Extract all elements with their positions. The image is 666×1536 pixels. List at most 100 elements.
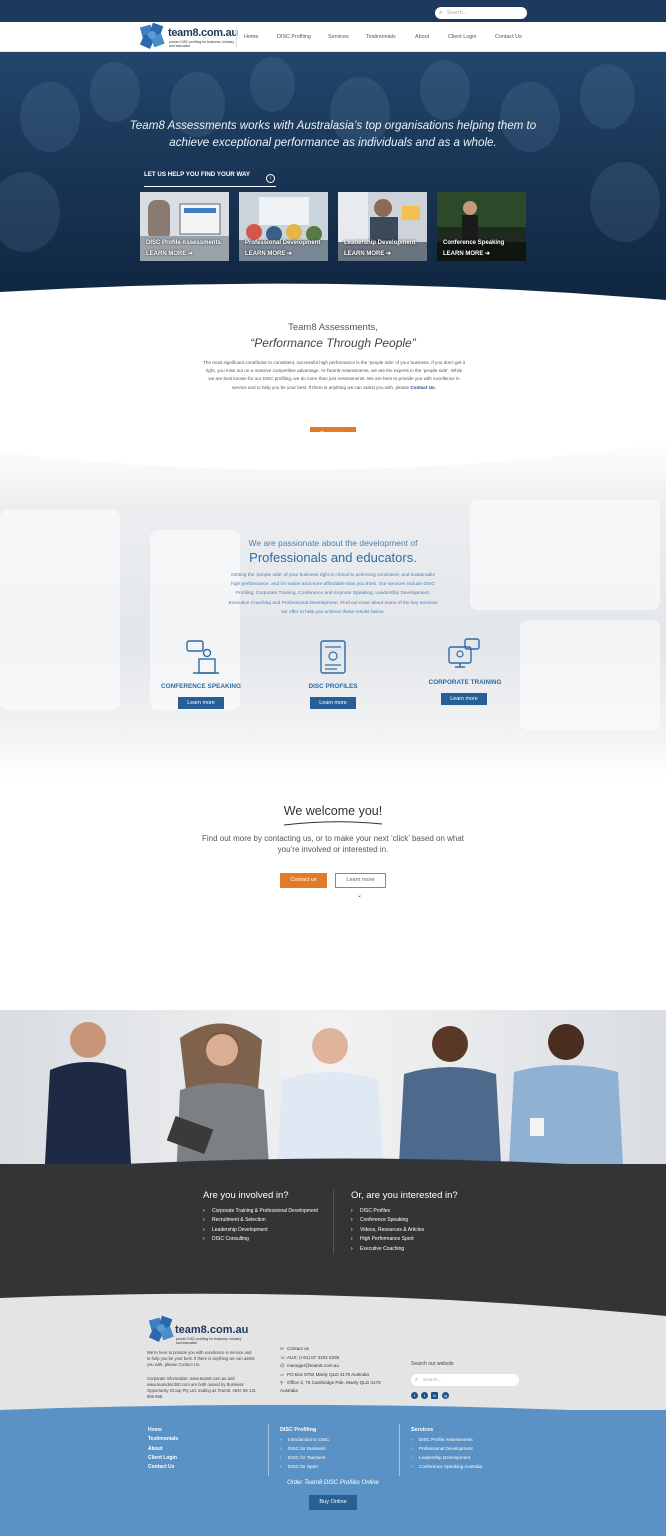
hero-wave-divider — [0, 283, 666, 318]
interested-item[interactable]: High Performance Sport — [351, 1235, 481, 1245]
email-icon: @ — [280, 1363, 285, 1368]
footer-link-contact-us[interactable]: Contact Us — [148, 1463, 178, 1472]
involved-item[interactable]: Recruitment & Selection — [203, 1216, 325, 1226]
nav-home[interactable]: Home — [244, 34, 258, 40]
involved-item[interactable]: DISC Consulting — [203, 1235, 325, 1245]
footer-blue-wave — [0, 1404, 666, 1422]
corporate-training-icon — [448, 638, 480, 668]
footer-disc-list: Introduction to DISC DISC for Business D… — [280, 1435, 390, 1471]
interested-item[interactable]: Executive Coaching — [351, 1245, 481, 1255]
search-icon: ⌕ — [415, 1377, 419, 1383]
logo-puzzle-icon[interactable] — [138, 21, 166, 50]
welcome-underline — [283, 821, 383, 826]
footer-link-testimonials[interactable]: Testimonials — [148, 1435, 178, 1444]
involved-item[interactable]: Corporate Training & Professional Develo… — [203, 1207, 325, 1217]
welcome-learn-more-button[interactable]: Learn more — [335, 873, 386, 888]
top-bar — [0, 0, 666, 22]
involved-item[interactable]: Leadership Development — [203, 1226, 325, 1236]
card-label: Professional Development — [245, 240, 321, 246]
service-learn-more-disc[interactable]: Learn more — [310, 697, 356, 709]
card-learn-more[interactable]: LEARN MORE ➔ — [245, 250, 292, 257]
instagram-icon[interactable]: ig — [442, 1392, 449, 1399]
footer-service-item[interactable]: Leadership Development — [411, 1453, 531, 1462]
footer-contact-item: ▭ PO Box 5782 Manly QLD 4179 Australia — [280, 1371, 390, 1380]
welcome-contact-button[interactable]: Contact us — [280, 873, 327, 888]
welcome-body: Find out more by contacting us, or to ma… — [201, 834, 465, 854]
nav-client-login[interactable]: Client Login — [448, 34, 476, 40]
footer-disc-item[interactable]: DISC for Sport — [280, 1462, 390, 1471]
nav-testimonials[interactable]: Testimonials — [366, 34, 396, 40]
card-professional-development[interactable]: Professional Development LEARN MORE ➔ — [239, 192, 328, 261]
involved-wave — [0, 1158, 666, 1190]
footer-wave — [0, 1288, 666, 1316]
footer-contact-item: ⚲ Office 2, 75 Cambridge Pde, Manly QLD 4… — [280, 1380, 381, 1393]
brand-name[interactable]: team8.com.au — [168, 27, 238, 39]
footer-search-placeholder: Search... — [423, 1377, 442, 1382]
footer-disc-item[interactable]: Introduction to DISC — [280, 1435, 390, 1444]
footer-contact-item[interactable]: ☏AUS: (+61) 07 3102 5335 — [280, 1354, 390, 1363]
nav-about[interactable]: About — [415, 34, 429, 40]
nav-disc-profiling[interactable]: DISC Profiling — [277, 34, 311, 40]
nav-contact-us[interactable]: Contact Us — [495, 34, 522, 40]
footer-service-item[interactable]: Conference Speaking Australia — [411, 1462, 531, 1471]
footer-brand-name[interactable]: team8.com.au — [175, 1324, 248, 1336]
arrow-circle-icon: ➔ — [386, 251, 392, 257]
intro-body: The most significant contributor to cons… — [203, 359, 465, 392]
footer-link-home[interactable]: Home — [148, 1426, 178, 1435]
top-search-input[interactable]: ⌕ Search... — [435, 7, 527, 19]
interested-item[interactable]: DISC Profiles — [351, 1207, 481, 1217]
footer-disc-item[interactable]: DISC for Teachers — [280, 1453, 390, 1462]
footer-logo-puzzle-icon[interactable] — [147, 1314, 175, 1343]
chat-icon: ✉ — [280, 1346, 284, 1351]
card-label: DISC Profile Assessments — [146, 240, 221, 246]
footer-search-label: Search our website — [411, 1361, 454, 1367]
footer-contact-item[interactable]: ✉ Contact us — [280, 1345, 390, 1354]
card-disc-profile-assessments[interactable]: DISC Profile Assessments LEARN MORE ➔ — [140, 192, 229, 261]
intro-contact-link[interactable]: Contact Us. — [410, 385, 436, 390]
footer-links — [0, 1410, 666, 1536]
finder-heading: LET US HELP YOU FIND YOUR WAY — [144, 171, 251, 178]
card-conference-speaking[interactable]: Conference Speaking LEARN MORE ➔ — [437, 192, 526, 261]
footer-service-item[interactable]: Professional Development — [411, 1444, 531, 1453]
footer-disc-heading[interactable]: DISC Profiling — [280, 1427, 316, 1433]
finder-underline — [144, 186, 276, 187]
arrow-down-circle-icon[interactable]: ↓ — [266, 174, 275, 183]
footer-contact-list: ✉ Contact us ☏AUS: (+61) 07 3102 5335 @ ma… — [280, 1345, 390, 1394]
conference-speaking-icon — [186, 640, 219, 674]
services-body: Getting the ‘people side’ of your busine… — [228, 573, 438, 615]
footer-main-links: Home Testimonials About Client Login Con… — [148, 1426, 178, 1472]
service-learn-more-conference[interactable]: Learn more — [178, 697, 224, 709]
footer-contact-link[interactable]: Contact Us. — [178, 1362, 200, 1367]
arrow-circle-icon: ➔ — [188, 251, 194, 257]
card-leadership-development[interactable]: Leadership Development LEARN MORE ➔ — [338, 192, 427, 261]
location-icon: ⚲ — [280, 1380, 284, 1385]
footer-service-item[interactable]: DISC Profile Assessments — [411, 1435, 531, 1444]
card-learn-more[interactable]: LEARN MORE ➔ — [443, 250, 490, 257]
order-online-text: Order Team8 DISC Profiles Online — [287, 1480, 379, 1486]
footer-contact-item[interactable]: @ manager@team8.com.au — [280, 1362, 390, 1371]
disc-profiles-icon — [320, 640, 346, 674]
involved-heading: Are you involved in? — [203, 1190, 289, 1201]
nav-services[interactable]: Services — [328, 34, 349, 40]
chevron-down-icon[interactable]: ⌄ — [357, 892, 362, 899]
footer-brand-tagline: proven DISC profiling for business, indu… — [176, 1337, 242, 1345]
footer-services-list: DISC Profile Assessments Professional De… — [411, 1435, 531, 1471]
linkedin-icon[interactable]: in — [431, 1392, 438, 1399]
footer-services-heading[interactable]: Services — [411, 1427, 433, 1433]
brand-tagline: proven DISC profiling for business, indu… — [169, 40, 235, 48]
footer-disc-item[interactable]: DISC for Business — [280, 1444, 390, 1453]
facebook-icon[interactable]: f — [411, 1392, 418, 1399]
footer-link-about[interactable]: About — [148, 1445, 178, 1454]
card-learn-more[interactable]: LEARN MORE ➔ — [146, 250, 193, 257]
service-learn-more-training[interactable]: Learn more — [441, 693, 487, 705]
interested-item[interactable]: Videos, Resources & Articles — [351, 1226, 481, 1236]
footer-about: We’re here to provide you with excellenc… — [147, 1350, 255, 1367]
card-label: Conference Speaking — [443, 240, 505, 246]
services-pretitle: We are passionate about the development … — [248, 538, 418, 548]
footer-search-input[interactable]: ⌕ Search... — [411, 1374, 519, 1386]
twitter-icon[interactable]: t — [421, 1392, 428, 1399]
interested-item[interactable]: Conference Speaking — [351, 1216, 481, 1226]
card-learn-more[interactable]: LEARN MORE ➔ — [344, 250, 391, 257]
buy-online-button[interactable]: Buy Online — [309, 1495, 357, 1510]
footer-link-client-login[interactable]: Client Login — [148, 1454, 178, 1463]
